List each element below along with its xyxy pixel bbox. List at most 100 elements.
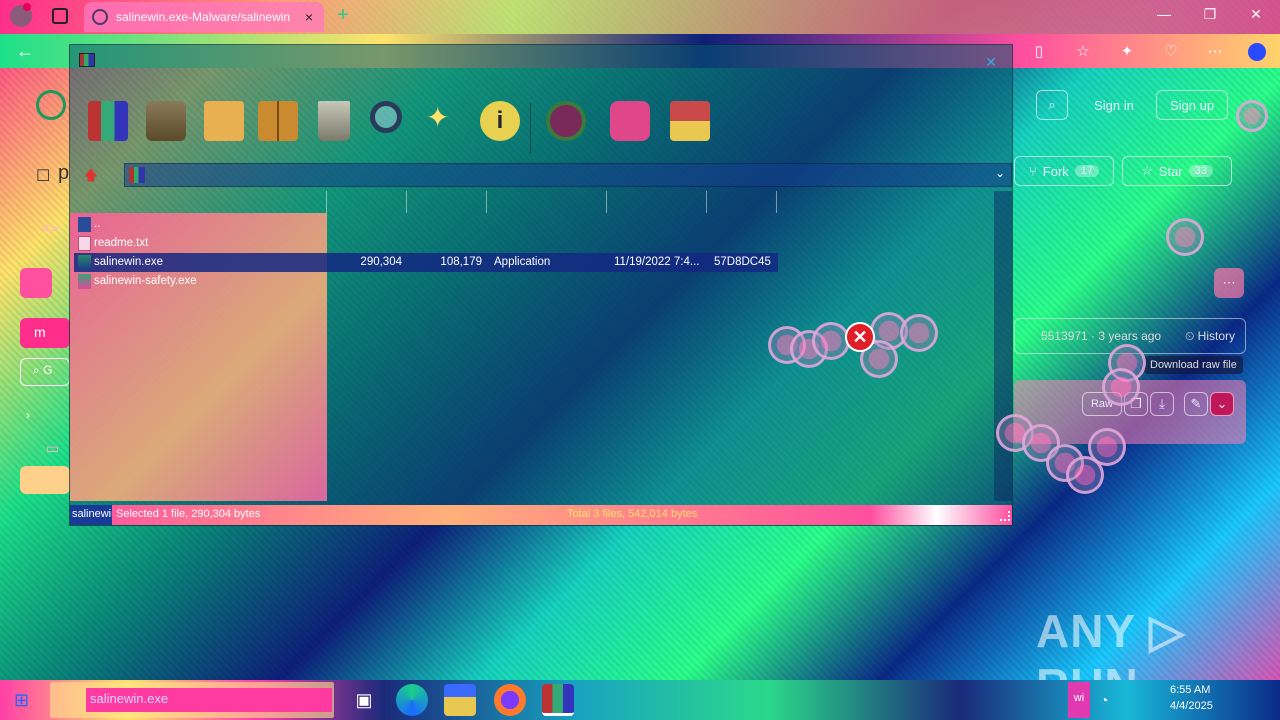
edit-icon[interactable]: ✎ (1184, 392, 1208, 416)
split-screen-icon[interactable]: ▯ (1030, 43, 1048, 61)
browser-tab-bar: salinewin.exe-Malware/salinewin × + — ❐ … (0, 0, 1280, 34)
archive-icon (129, 167, 145, 183)
folder-up-icon (78, 217, 91, 232)
column-modified[interactable] (607, 191, 707, 213)
find-icon[interactable] (370, 101, 402, 133)
firefox-icon[interactable] (494, 684, 526, 716)
maximize-button[interactable]: ❐ (1198, 6, 1222, 26)
favorites-icon[interactable]: ☆ (1074, 43, 1092, 61)
chevron-down-icon[interactable]: ⌄ (995, 166, 1005, 180)
status-selected: Selected 1 file, 290,304 bytes (116, 508, 261, 520)
clock-time[interactable]: 6:55 AM (1170, 684, 1210, 696)
edit-dropdown-icon[interactable]: ⌄ (1210, 392, 1234, 416)
file-explorer-icon[interactable] (444, 684, 476, 716)
language-indicator[interactable]: wi (1068, 682, 1090, 718)
code-tab-icon[interactable]: <> (42, 220, 58, 236)
error-ghost-icon (1102, 368, 1140, 406)
sfx-icon[interactable] (670, 101, 710, 141)
repo-icon: ☐ (36, 168, 51, 185)
new-tab-button[interactable]: + (332, 4, 354, 26)
winrar-taskbar-icon[interactable] (542, 684, 574, 716)
exe-file-icon (78, 255, 91, 270)
download-icon[interactable]: ⤓ (1150, 392, 1174, 416)
fork-button[interactable]: ⑂ Fork 17 (1014, 156, 1114, 186)
clock-date[interactable]: 4/4/2025 (1170, 700, 1213, 712)
back-button[interactable]: ← (16, 40, 38, 62)
more-menu-icon[interactable]: ⋯ (1206, 43, 1224, 61)
taskbar: ⊞ salinewin.exe ▣ wi ◔ 6:55 AM 4/4/2025 (0, 680, 1280, 720)
star-icon: ☆ (1141, 163, 1153, 178)
branch-label: m (34, 324, 46, 340)
error-ghost-icon (1166, 218, 1204, 256)
sign-up-button[interactable]: Sign up (1156, 90, 1228, 120)
github-page-right: ⌕ Sign in Sign up ⑂ Fork 17 ☆ Star 33 ⋯ … (1014, 68, 1280, 680)
exe-file-icon (78, 274, 91, 289)
list-item-safety[interactable]: salinewin-safety.exe (74, 272, 778, 291)
view-icon[interactable] (258, 101, 298, 141)
network-icon[interactable]: ◔ (1100, 692, 1108, 708)
column-size[interactable] (327, 191, 407, 213)
search-button[interactable]: ⌕ (1036, 90, 1068, 120)
tab-close-icon[interactable]: × (302, 9, 316, 25)
status-total: Total 3 files, 542,014 bytes (567, 508, 698, 520)
file-crc: 57D8DC45 (714, 256, 771, 268)
winrar-close-button[interactable]: ✕ (982, 53, 1000, 71)
copilot-icon[interactable] (1248, 43, 1266, 61)
file-icon[interactable]: ▭ (46, 440, 59, 457)
task-view-icon[interactable]: ▣ (348, 684, 380, 716)
folder-expand-icon[interactable]: › (26, 408, 30, 422)
profile-icon[interactable] (10, 3, 32, 27)
column-packed[interactable] (407, 191, 487, 213)
archive-path-combobox[interactable]: ⌄ (124, 163, 1012, 187)
comment-icon[interactable] (610, 101, 650, 141)
file-list-header (70, 191, 994, 213)
test-icon[interactable] (204, 101, 244, 141)
browser-tab[interactable]: salinewin.exe-Malware/salinewin × (84, 2, 324, 32)
extract-to-icon[interactable] (146, 101, 186, 141)
error-ghost-icon (1236, 100, 1268, 132)
file-tree-toggle-icon[interactable] (20, 268, 52, 298)
search-input[interactable]: salinewin.exe (86, 688, 332, 712)
error-icon: ✕ (845, 322, 875, 352)
column-crc[interactable] (707, 191, 777, 213)
tab-title: salinewin.exe-Malware/salinewin (116, 10, 291, 24)
start-button[interactable]: ⊞ (14, 690, 34, 710)
history-link[interactable]: ⏲ History (1185, 329, 1235, 344)
taskbar-search[interactable]: salinewin.exe (50, 682, 334, 718)
delete-icon[interactable] (318, 101, 350, 141)
branch-selector[interactable]: m (20, 318, 70, 348)
add-icon[interactable] (88, 101, 128, 141)
vertical-scrollbar[interactable] (994, 191, 1012, 501)
download-tooltip: Download raw file (1144, 356, 1243, 374)
go-to-file-placeholder: G (43, 363, 53, 377)
info-icon[interactable]: i (480, 101, 520, 141)
go-to-file-input[interactable]: ⌕ G (20, 358, 70, 386)
close-window-button[interactable]: ✕ (1244, 6, 1268, 26)
wizard-icon[interactable]: ✦ (426, 101, 466, 141)
star-button[interactable]: ☆ Star 33 (1122, 156, 1232, 186)
winrar-titlebar[interactable]: ✕ (70, 45, 1012, 95)
file-size: 290,304 (360, 256, 402, 268)
github-logo-icon[interactable] (36, 90, 66, 120)
column-name[interactable] (70, 191, 327, 213)
file-name: .. (94, 218, 101, 230)
virusscan-icon[interactable] (546, 101, 586, 141)
edge-icon[interactable] (396, 684, 428, 716)
tab-actions-icon[interactable] (52, 8, 68, 24)
list-item-salinewin[interactable]: salinewin.exe 290,304 108,179 Applicatio… (74, 253, 778, 272)
status-archive-name: salinewin.exe (70, 505, 112, 525)
minimize-button[interactable]: — (1152, 6, 1176, 26)
selected-file-item[interactable] (20, 466, 70, 494)
resize-grip[interactable] (1000, 511, 1010, 521)
list-item-readme[interactable]: readme.txt (74, 234, 778, 253)
extensions-icon[interactable]: ✦ (1118, 43, 1136, 61)
sign-in-link[interactable]: Sign in (1078, 90, 1150, 120)
github-favicon-icon (92, 9, 108, 25)
column-type[interactable] (487, 191, 607, 213)
browser-essentials-icon[interactable]: ♡ (1162, 43, 1180, 61)
up-one-level-button[interactable]: 🡅 (82, 165, 100, 183)
toolbar-separator (530, 103, 531, 153)
list-item-parent[interactable]: .. (74, 215, 778, 234)
commit-info[interactable]: 5513971 · 3 years ago (1041, 329, 1161, 343)
more-options-button[interactable]: ⋯ (1214, 268, 1244, 298)
